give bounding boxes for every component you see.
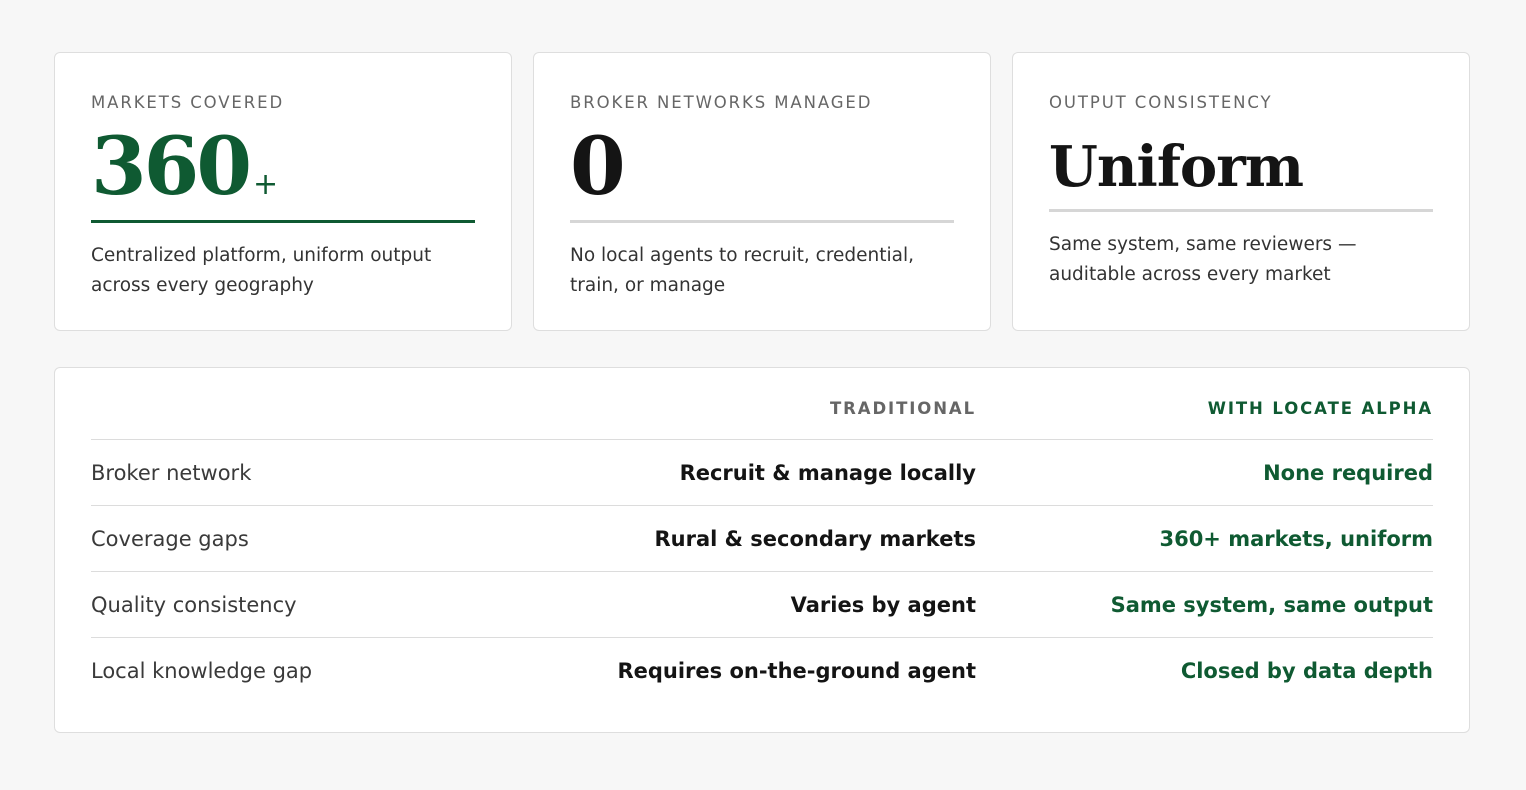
card-label: BROKER NETWORKS MANAGED bbox=[570, 93, 873, 112]
comparison-table: TRADITIONAL WITH LOCATE ALPHA Broker net… bbox=[54, 367, 1470, 733]
locate-alpha-cell: None required bbox=[1263, 460, 1433, 485]
header-traditional: TRADITIONAL bbox=[830, 399, 976, 418]
stats-row: MARKETS COVERED 360 + Centralized platfor… bbox=[54, 52, 1470, 331]
traditional-cell: Varies by agent bbox=[790, 592, 976, 617]
traditional-cell: Recruit & manage locally bbox=[679, 460, 976, 485]
stat-number: 0 bbox=[570, 119, 626, 213]
card-label: OUTPUT CONSISTENCY bbox=[1049, 93, 1273, 112]
broker-networks-card: BROKER NETWORKS MANAGED 0 No local agent… bbox=[533, 52, 991, 331]
row-label: Broker network bbox=[91, 460, 252, 485]
locate-alpha-cell: Closed by data depth bbox=[1180, 659, 1433, 683]
broker-networks-value: 0 bbox=[570, 126, 954, 206]
table-row: Coverage gaps Rural & secondary markets … bbox=[91, 506, 1433, 572]
locate-alpha-cell: Same system, same output bbox=[1110, 592, 1433, 617]
markets-covered-card: MARKETS COVERED 360 + Centralized platfor… bbox=[54, 52, 512, 331]
card-description: No local agents to recruit, credential, … bbox=[570, 245, 915, 296]
card-description: Centralized platform, uniform output acr… bbox=[91, 245, 432, 296]
stat-suffix: + bbox=[253, 167, 279, 202]
card-description: Same system, same reviewers — auditable … bbox=[1049, 234, 1357, 285]
stat-number: 360 bbox=[91, 119, 252, 213]
table-row: Local knowledge gap Requires on-the-grou… bbox=[91, 638, 1433, 704]
row-label: Coverage gaps bbox=[91, 526, 249, 551]
row-label: Quality consistency bbox=[91, 592, 297, 617]
table-row: Quality consistency Varies by agent Same… bbox=[91, 572, 1433, 638]
table-row: Broker network Recruit & manage locally … bbox=[91, 440, 1433, 506]
output-consistency-card: OUTPUT CONSISTENCY Uniform Same system, … bbox=[1012, 52, 1470, 331]
row-label: Local knowledge gap bbox=[91, 659, 313, 683]
markets-covered-value: 360 + bbox=[91, 126, 475, 206]
card-label: MARKETS COVERED bbox=[91, 93, 285, 112]
divider bbox=[570, 220, 954, 223]
locate-alpha-cell: 360+ markets, uniform bbox=[1159, 526, 1433, 551]
header-locate-alpha: WITH LOCATE ALPHA bbox=[1207, 399, 1433, 418]
divider bbox=[1049, 209, 1433, 212]
table-header-row: TRADITIONAL WITH LOCATE ALPHA bbox=[91, 368, 1433, 440]
traditional-cell: Rural & secondary markets bbox=[654, 526, 976, 551]
accent-divider bbox=[91, 220, 475, 223]
output-consistency-value: Uniform bbox=[1049, 134, 1304, 200]
traditional-cell: Requires on-the-ground agent bbox=[617, 659, 976, 683]
